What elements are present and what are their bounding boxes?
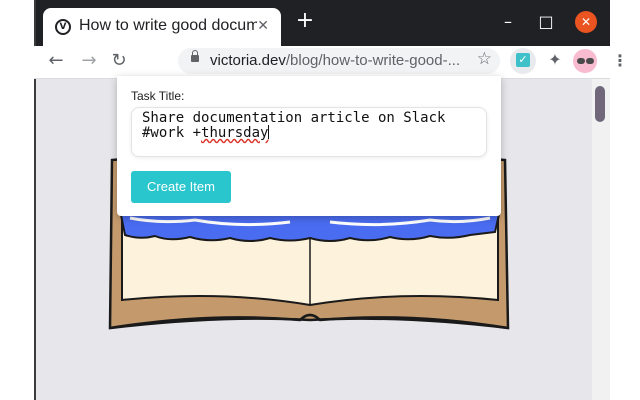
glasses-icon (577, 58, 585, 64)
browser-toolbar: ← → ↻ victoria.dev/blog/how-to-write-goo… (34, 46, 628, 79)
scrollbar-thumb[interactable] (595, 86, 605, 122)
scrollbar-track[interactable] (592, 79, 610, 400)
text-cursor (268, 125, 270, 139)
back-button[interactable]: ← (44, 50, 68, 74)
tab-close-icon[interactable]: ✕ (257, 18, 269, 34)
minimize-button[interactable]: – (498, 14, 518, 30)
lock-icon[interactable] (191, 50, 199, 62)
site-favicon-icon: V (55, 19, 71, 35)
task-title-input[interactable]: Share documentation article on Slack #wo… (131, 107, 487, 157)
profile-avatar[interactable] (573, 49, 597, 73)
misspelled-word: thursday (201, 125, 269, 141)
new-tab-button[interactable]: + (294, 10, 316, 32)
task-text-line2: #work + (142, 125, 202, 141)
bookmark-star-icon[interactable]: ☆ (477, 49, 492, 69)
task-title-label: Task Title: (131, 89, 185, 103)
browser-menu-icon[interactable]: ⋮ (612, 50, 628, 72)
create-task-popup: Task Title: Share documentation article … (117, 76, 501, 216)
address-bar[interactable]: victoria.dev/blog/how-to-write-good-... … (178, 48, 500, 74)
url-text[interactable]: victoria.dev/blog/how-to-write-good-... (210, 52, 468, 69)
reload-button[interactable]: ↻ (107, 50, 131, 74)
glasses-icon (586, 58, 594, 64)
checkmark-icon: ✓ (516, 53, 530, 67)
url-path: /blog/how-to-write-good-... (285, 52, 461, 69)
task-text-line1: Share documentation article on Slack (142, 110, 446, 126)
create-item-button[interactable]: Create Item (131, 171, 231, 203)
tab-title: How to write good documentation (79, 17, 257, 34)
forward-button[interactable]: → (77, 50, 101, 74)
maximize-button[interactable]: □ (536, 14, 556, 30)
extensions-puzzle-icon[interactable]: ✦ (544, 50, 566, 72)
close-window-button[interactable]: ✕ (575, 11, 597, 33)
browser-tab[interactable]: V How to write good documentation ✕ (43, 8, 281, 46)
url-domain: victoria.dev (210, 52, 286, 69)
task-extension-button[interactable]: ✓ (510, 48, 536, 74)
